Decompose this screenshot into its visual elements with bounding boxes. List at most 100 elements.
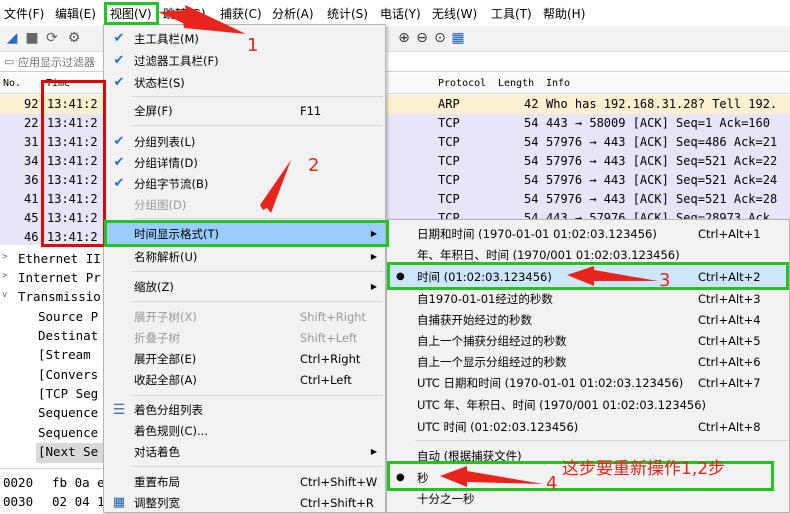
cell-length: 42 [524, 97, 539, 111]
menu-item-shortcut: Ctrl+Right [300, 352, 361, 366]
menu-item-utc-year-doy-time[interactable]: UTC 年、年积日、时间 (1970/001 01:02:03.123456) [387, 394, 789, 416]
menu-item-seconds-since-capture-start[interactable]: 自捕获开始经过的秒数 Ctrl+Alt+4 [387, 309, 789, 331]
bytes-hex[interactable]: fb 0a e [52, 475, 105, 490]
menu-item-label: 分组列表(L) [134, 135, 196, 149]
menu-item-label: 过滤器工具栏(F) [134, 54, 219, 68]
menu-item-shortcut: Ctrl+Alt+5 [698, 334, 761, 348]
menu-item-fullscreen[interactable]: 全屏(F) F11 [104, 100, 385, 122]
menu-wireless[interactable]: 无线(W) [432, 5, 477, 22]
detail-line[interactable]: Sequence [38, 405, 98, 420]
menu-item-reset-layout[interactable]: 重置布局 Ctrl+Shift+W [104, 471, 385, 493]
detail-line[interactable]: [TCP Seg [38, 386, 98, 401]
detail-line[interactable]: [Stream [38, 347, 91, 362]
bytes-hex[interactable]: 02 04 1 [52, 494, 105, 509]
menu-item-label: 名称解析(U) [134, 250, 198, 264]
menu-item-colorize-packet-list[interactable]: ☰ 着色分组列表 [104, 399, 385, 421]
menu-edit[interactable]: 编辑(E) [55, 5, 96, 22]
detail-line[interactable]: [Convers [38, 367, 98, 382]
resize-columns-icon[interactable]: ▦ [450, 30, 466, 46]
menu-item-shortcut: Ctrl+Shift+R [300, 496, 374, 510]
menu-item-packet-list[interactable]: ✔ 分组列表(L) [104, 131, 385, 153]
annotation-step-2: 2 [308, 155, 320, 176]
menu-item-seconds-since-prev-displayed[interactable]: 自上一个显示分组经过的秒数 Ctrl+Alt+6 [387, 351, 789, 373]
cell-protocol: TCP [438, 116, 460, 130]
menu-item-packet-bytes[interactable]: ✔ 分组字节流(B) [104, 173, 385, 195]
menu-item-date-and-time[interactable]: 日期和时间 (1970-01-01 01:02:03.123456) Ctrl+A… [387, 223, 789, 245]
menu-capture[interactable]: 捕获(C) [220, 5, 262, 22]
cell-no: 92 [24, 97, 39, 111]
detail-line[interactable]: Internet Pr [18, 270, 101, 285]
cell-no: 34 [24, 154, 39, 168]
restart-icon[interactable]: ⟳ [44, 30, 60, 46]
menu-item-seconds-since-epoch[interactable]: 自1970-01-01经过的秒数 Ctrl+Alt+3 [387, 288, 789, 310]
menu-analyze[interactable]: 分析(A) [272, 5, 314, 22]
menu-item-precision-deciseconds[interactable]: 十分之一秒 [387, 488, 789, 510]
menu-item-shortcut: Ctrl+Shift+W [300, 475, 378, 489]
menu-item-time-display-format[interactable]: 时间显示格式(T) ▶ [104, 223, 385, 246]
menu-file[interactable]: 文件(F) [4, 5, 44, 22]
menu-item-packet-diagram[interactable]: 分组图(D) [104, 194, 385, 216]
check-icon: ✔ [113, 134, 125, 149]
menu-item-collapse-subtrees[interactable]: 折叠子树 Shift+Left [104, 327, 385, 349]
bookmark-icon[interactable]: ▭ [4, 55, 14, 68]
detail-line[interactable]: Source P [38, 309, 98, 324]
menu-separator [132, 301, 383, 302]
cell-protocol: TCP [438, 154, 460, 168]
annotation-step-3: 3 [659, 270, 671, 291]
menu-item-utc-date-and-time[interactable]: UTC 日期和时间 (1970-01-01 01:02:03.123456) Ct… [387, 372, 789, 394]
stop-icon[interactable]: ■ [24, 30, 40, 46]
menu-item-year-doy-time[interactable]: 年、年积日、时间 (1970/001 01:02:03.123456) [387, 244, 789, 266]
detail-line[interactable]: Sequence [38, 425, 98, 440]
collapse-arrow-icon[interactable]: v [2, 290, 7, 300]
menu-item-filter-toolbar[interactable]: ✔ 过滤器工具栏(F) [104, 50, 385, 72]
column-header-time[interactable]: Time [46, 78, 70, 89]
menu-item-coloring-rules[interactable]: 着色规则(C)... [104, 420, 385, 442]
menu-item-colorize-conversation[interactable]: 对话着色 ▶ [104, 441, 385, 463]
column-header-no[interactable]: No. [3, 78, 21, 89]
menu-item-seconds-since-prev-captured[interactable]: 自上一个捕获分组经过的秒数 Ctrl+Alt+5 [387, 330, 789, 352]
zoom-out-icon[interactable]: ⊖ [414, 30, 430, 46]
menu-item-label: 缩放(Z) [134, 280, 174, 294]
menu-item-packet-details[interactable]: ✔ 分组详情(D) [104, 152, 385, 174]
menu-item-name-resolution[interactable]: 名称解析(U) ▶ [104, 246, 385, 268]
menu-view[interactable]: 视图(V) [110, 5, 152, 22]
check-icon: ✔ [113, 53, 125, 68]
detail-line[interactable]: Transmissio [18, 289, 101, 304]
detail-line[interactable]: Ethernet II [18, 251, 101, 266]
menu-item-label: 调整列宽 [134, 496, 180, 510]
menu-item-zoom[interactable]: 缩放(Z) ▶ [104, 276, 385, 298]
shark-fin-icon[interactable]: ◢ [4, 30, 20, 46]
expand-arrow-icon[interactable]: > [2, 252, 7, 262]
radio-selected-icon: ● [396, 472, 405, 483]
zoom-in-icon[interactable]: ⊕ [396, 30, 412, 46]
menu-item-expand-all[interactable]: 展开全部(E) Ctrl+Right [104, 348, 385, 370]
options-gear-icon[interactable]: ⚙ [66, 30, 82, 46]
check-icon: ✔ [113, 176, 125, 191]
menu-item-label: 年、年积日、时间 (1970/001 01:02:03.123456) [417, 248, 680, 262]
zoom-reset-icon[interactable]: ⊙ [432, 30, 448, 46]
detail-line[interactable]: Destinat [38, 328, 98, 343]
menu-statistics[interactable]: 统计(S) [327, 5, 368, 22]
menu-bar: 文件(F) 编辑(E) 视图(V) 跳转(G) 捕获(C) 分析(A) 统计(S… [0, 0, 790, 26]
menu-go[interactable]: 跳转(G) [163, 5, 206, 22]
column-header-length[interactable]: Length [498, 78, 534, 89]
colorize-list-icon: ☰ [112, 402, 126, 418]
cell-time: 13:41:2 [47, 116, 98, 130]
menu-item-utc-time[interactable]: UTC 时间 (01:02:03.123456) Ctrl+Alt+8 [387, 416, 789, 438]
menu-item-collapse-all[interactable]: 收起全部(A) Ctrl+Left [104, 369, 385, 391]
menu-item-main-toolbar[interactable]: ✔ 主工具栏(M) [104, 28, 385, 50]
menu-telephony[interactable]: 电话(Y) [380, 5, 421, 22]
menu-item-resize-columns[interactable]: ▦ 调整列宽 Ctrl+Shift+R [104, 492, 385, 514]
expand-arrow-icon[interactable]: > [2, 271, 7, 281]
cell-time: 13:41:2 [47, 192, 98, 206]
menu-item-status-bar[interactable]: ✔ 状态栏(S) [104, 72, 385, 94]
menu-item-time-of-day[interactable]: ● 时间 (01:02:03.123456) Ctrl+Alt+2 [387, 266, 789, 288]
detail-line[interactable]: [Next Se [38, 444, 98, 459]
cell-info: 57976 → 443 [ACK] Seq=521 Ack=22 [546, 154, 778, 168]
column-header-protocol[interactable]: Protocol [438, 78, 486, 89]
menu-item-expand-subtrees[interactable]: 展开子树(X) Shift+Right [104, 306, 385, 328]
menu-tools[interactable]: 工具(T) [491, 5, 532, 22]
column-header-info[interactable]: Info [546, 78, 570, 89]
menu-help[interactable]: 帮助(H) [543, 5, 585, 22]
display-filter-input[interactable] [18, 54, 100, 70]
